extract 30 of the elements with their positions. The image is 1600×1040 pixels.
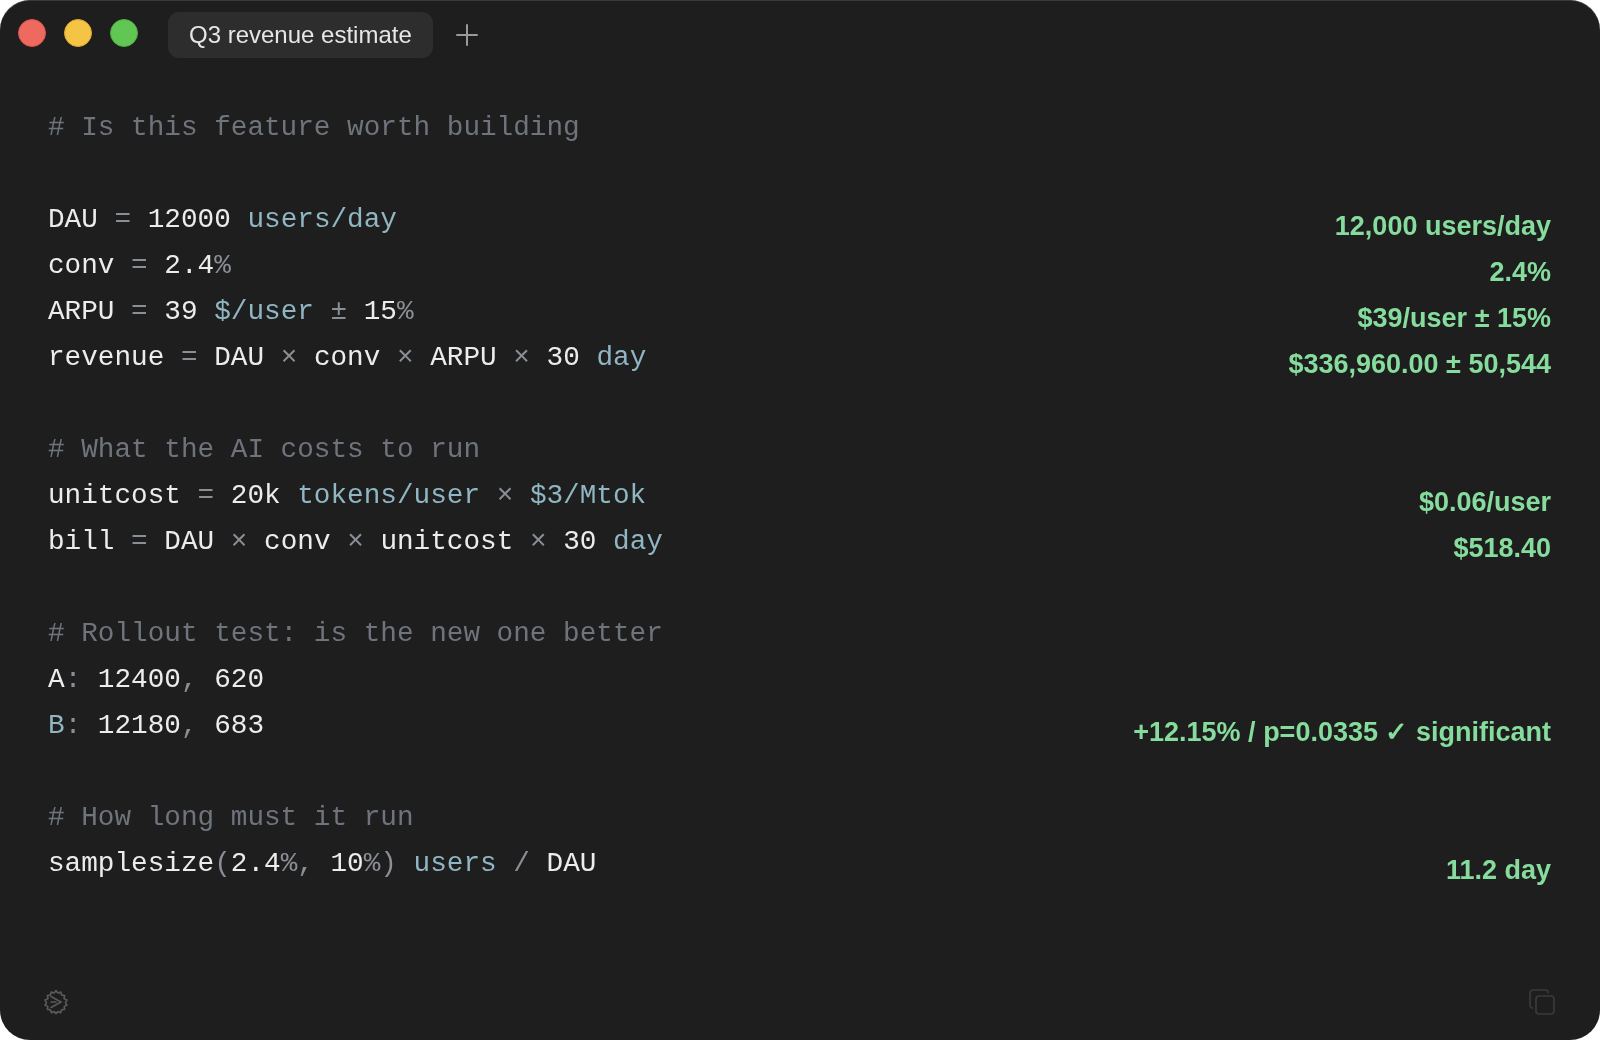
code-line: B: 12180, 683	[48, 709, 265, 741]
minimize-button[interactable]	[64, 19, 92, 47]
settings-button[interactable]	[43, 989, 69, 1015]
computed-result: $336,960.00 ± 50,544	[1288, 348, 1551, 380]
close-button[interactable]	[18, 19, 46, 47]
zoom-button[interactable]	[110, 19, 138, 47]
computed-result: $0.06/user	[1418, 486, 1551, 518]
document-tab[interactable]: Q3 revenue estimate	[168, 12, 433, 58]
computed-result: $518.40	[1453, 532, 1551, 564]
code-comment: # Is this feature worth building	[48, 111, 580, 143]
code-line: revenue = DAU × conv × ARPU × 30 day	[48, 341, 647, 373]
new-tab-button[interactable]	[454, 23, 479, 47]
code-comment: # Rollout test: is the new one better	[48, 617, 663, 649]
code-line: conv = 2.4%	[48, 249, 231, 281]
computed-result: 11.2 day	[1445, 854, 1551, 886]
plus-icon	[455, 24, 478, 46]
code-line: unitcost = 20k tokens/user × $3/Mtok	[48, 479, 647, 511]
code-line: samplesize(2.4%, 10%) users / DAU	[48, 847, 597, 879]
code-comment: # How long must it run	[48, 801, 414, 833]
code-comment: # What the AI costs to run	[48, 433, 480, 465]
computed-result: +12.15% / p=0.0335 ✓ significant	[1133, 716, 1551, 748]
copy-icon	[1529, 989, 1555, 1015]
code-line: ARPU = 39 $/user ± 15%	[48, 295, 414, 327]
computed-result: 12,000 users/day	[1334, 210, 1551, 242]
code-line: A: 12400, 620	[48, 663, 265, 695]
settings-icon	[43, 989, 69, 1015]
code-line: DAU = 12000 users/day	[48, 203, 397, 235]
code-line: bill = DAU × conv × unitcost × 30 day	[48, 525, 663, 557]
computed-result: $39/user ± 15%	[1357, 302, 1551, 334]
computed-result: 2.4%	[1489, 256, 1551, 288]
